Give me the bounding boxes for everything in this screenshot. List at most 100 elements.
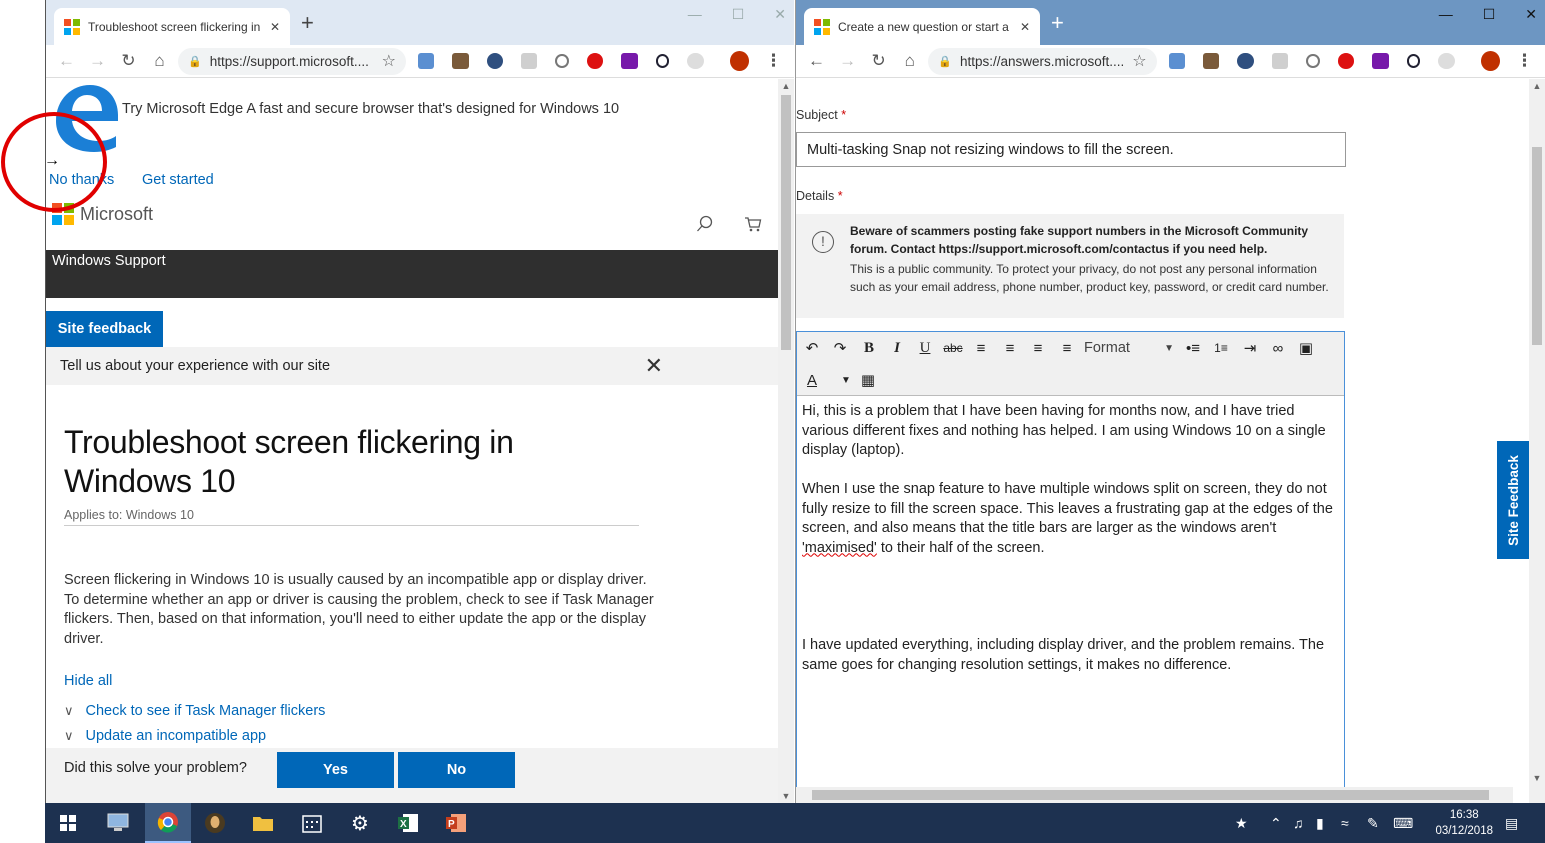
numbered-list-icon[interactable]: 1≡ bbox=[1208, 335, 1234, 361]
user-avatar-icon[interactable] bbox=[200, 809, 230, 837]
redo-icon[interactable]: ↷ bbox=[827, 335, 853, 361]
misspelled-word[interactable]: 'maximised' bbox=[802, 540, 877, 556]
left-tab-close-icon[interactable]: ✕ bbox=[270, 20, 280, 34]
underline-icon[interactable]: U bbox=[912, 335, 938, 361]
cart-icon[interactable] bbox=[744, 215, 762, 233]
profile-avatar-icon[interactable] bbox=[1480, 51, 1500, 71]
menu-dots-icon[interactable]: ⋮ bbox=[1512, 51, 1537, 71]
block-icon[interactable] bbox=[1406, 54, 1421, 68]
editor-body[interactable]: Hi, this is a problem that I have been h… bbox=[802, 402, 1337, 695]
left-tab[interactable]: Troubleshoot screen flickering in ✕ bbox=[54, 8, 290, 45]
windows-support-bar[interactable]: Windows Support bbox=[46, 250, 778, 298]
right-tab[interactable]: Create a new question or start a ✕ bbox=[804, 8, 1040, 45]
reload-icon[interactable]: ↻ bbox=[866, 51, 891, 71]
menu-dots-icon[interactable]: ⋮ bbox=[761, 51, 786, 71]
accordion-item[interactable]: ∨ Check to see if Task Manager flickers bbox=[64, 703, 325, 719]
align-right-icon[interactable]: ≡ bbox=[1025, 335, 1051, 361]
extension-icon[interactable] bbox=[1271, 53, 1289, 69]
left-address-bar[interactable]: 🔒 https://support.microsoft.... ☆ bbox=[178, 47, 406, 75]
search-icon[interactable] bbox=[555, 54, 569, 68]
computer-icon[interactable] bbox=[103, 809, 133, 837]
scroll-up-icon[interactable]: ▲ bbox=[778, 81, 794, 91]
site-feedback-side-button[interactable]: Site Feedback bbox=[1497, 441, 1529, 559]
right-vertical-scrollbar[interactable]: ▲ ▼ bbox=[1529, 79, 1545, 803]
system-clock[interactable]: 16:38 03/12/2018 bbox=[1435, 807, 1493, 839]
calendar-icon[interactable] bbox=[297, 809, 327, 837]
scroll-down-icon[interactable]: ▼ bbox=[778, 791, 794, 801]
undo-icon[interactable]: ↶ bbox=[799, 335, 825, 361]
align-justify-icon[interactable]: ≡ bbox=[1054, 335, 1080, 361]
people-icon[interactable]: ★ bbox=[1235, 815, 1248, 832]
volume-icon[interactable]: ♫ bbox=[1293, 815, 1304, 831]
cloud-icon[interactable] bbox=[486, 53, 504, 69]
image-icon[interactable]: ▣ bbox=[1293, 335, 1319, 361]
left-new-tab-button[interactable]: + bbox=[301, 12, 314, 34]
onenote-icon[interactable] bbox=[621, 53, 638, 69]
no-button[interactable]: No bbox=[398, 752, 515, 788]
block-icon[interactable] bbox=[655, 54, 670, 68]
right-new-tab-button[interactable]: + bbox=[1051, 12, 1064, 34]
extension-icon[interactable] bbox=[1203, 53, 1220, 69]
back-icon[interactable]: ← bbox=[54, 51, 79, 71]
minimize-icon[interactable]: — bbox=[688, 6, 702, 23]
pen-icon[interactable]: ✎ bbox=[1367, 815, 1379, 832]
scroll-thumb[interactable] bbox=[1532, 147, 1542, 345]
scroll-up-icon[interactable]: ▲ bbox=[1529, 81, 1545, 91]
profile-avatar-icon[interactable] bbox=[729, 51, 749, 71]
align-left-icon[interactable]: ≡ bbox=[968, 335, 994, 361]
extension-icon[interactable] bbox=[1168, 53, 1185, 69]
chevron-up-icon[interactable]: ⌃ bbox=[1270, 815, 1282, 832]
site-feedback-button[interactable]: Site feedback bbox=[46, 311, 163, 347]
cloud-icon[interactable] bbox=[1237, 53, 1254, 69]
format-dropdown[interactable]: Format ▼ bbox=[1084, 335, 1174, 361]
start-windows-icon[interactable] bbox=[53, 809, 83, 837]
onenote-icon[interactable] bbox=[1372, 53, 1389, 69]
right-horizontal-scrollbar[interactable] bbox=[796, 787, 1513, 803]
notifications-icon[interactable]: ▤ bbox=[1505, 815, 1518, 832]
left-vertical-scrollbar[interactable]: ▲ ▼ bbox=[778, 79, 794, 803]
search-icon[interactable] bbox=[696, 215, 714, 233]
indent-icon[interactable]: ⇥ bbox=[1237, 335, 1263, 361]
scroll-down-icon[interactable]: ▼ bbox=[1529, 773, 1545, 783]
home-icon[interactable]: ⌂ bbox=[147, 51, 172, 71]
forward-icon[interactable]: → bbox=[85, 51, 110, 71]
yes-button[interactable]: Yes bbox=[277, 752, 394, 788]
extension-icon[interactable] bbox=[521, 53, 538, 69]
right-address-bar[interactable]: 🔒 https://answers.microsoft.... ☆ bbox=[928, 47, 1157, 75]
get-started-link[interactable]: Get started bbox=[142, 172, 214, 188]
settings-gear-icon[interactable]: ⚙ bbox=[345, 809, 375, 837]
reload-icon[interactable]: ↻ bbox=[116, 51, 141, 71]
maximize-icon[interactable]: ☐ bbox=[1483, 6, 1496, 23]
back-icon[interactable]: ← bbox=[804, 51, 829, 71]
close-window-icon[interactable]: ✕ bbox=[1525, 6, 1537, 23]
details-editor[interactable]: ↶ ↷ B I U abc ≡ ≡ ≡ ≡ Format ▼ •≡ 1≡ ⇥ ∞… bbox=[796, 331, 1345, 801]
close-window-icon[interactable]: ✕ bbox=[774, 6, 786, 23]
extension-icon[interactable] bbox=[452, 53, 469, 69]
bullet-list-icon[interactable]: •≡ bbox=[1180, 335, 1206, 361]
chrome-icon[interactable] bbox=[145, 803, 191, 843]
survey-close-icon[interactable]: ✕ bbox=[645, 353, 663, 379]
link-icon[interactable]: ∞ bbox=[1265, 335, 1291, 361]
extension-icon[interactable] bbox=[687, 53, 704, 69]
maximize-icon[interactable]: ☐ bbox=[732, 6, 745, 23]
minimize-icon[interactable]: — bbox=[1439, 6, 1453, 23]
italic-icon[interactable]: I bbox=[884, 335, 910, 361]
battery-icon[interactable]: ▮ bbox=[1316, 815, 1324, 832]
bold-icon[interactable]: B bbox=[856, 335, 882, 361]
right-tab-close-icon[interactable]: ✕ bbox=[1020, 20, 1030, 34]
search-icon[interactable] bbox=[1306, 54, 1320, 68]
extension-icon[interactable] bbox=[1438, 53, 1455, 69]
opera-icon[interactable] bbox=[1337, 53, 1355, 69]
scroll-thumb[interactable] bbox=[781, 95, 791, 350]
extension-icon[interactable] bbox=[417, 53, 435, 69]
font-color-icon[interactable]: A bbox=[799, 367, 825, 393]
strikethrough-icon[interactable]: abc bbox=[940, 335, 966, 361]
align-center-icon[interactable]: ≡ bbox=[997, 335, 1023, 361]
hide-all-link[interactable]: Hide all bbox=[64, 673, 112, 689]
bookmark-star-icon[interactable]: ☆ bbox=[1132, 51, 1146, 71]
wifi-icon[interactable]: ≈ bbox=[1341, 815, 1349, 831]
file-explorer-icon[interactable] bbox=[248, 809, 278, 837]
table-icon[interactable]: ▦ bbox=[855, 367, 881, 393]
keyboard-icon[interactable]: ⌨ bbox=[1393, 815, 1413, 832]
subject-input[interactable]: Multi-tasking Snap not resizing windows … bbox=[796, 132, 1346, 167]
